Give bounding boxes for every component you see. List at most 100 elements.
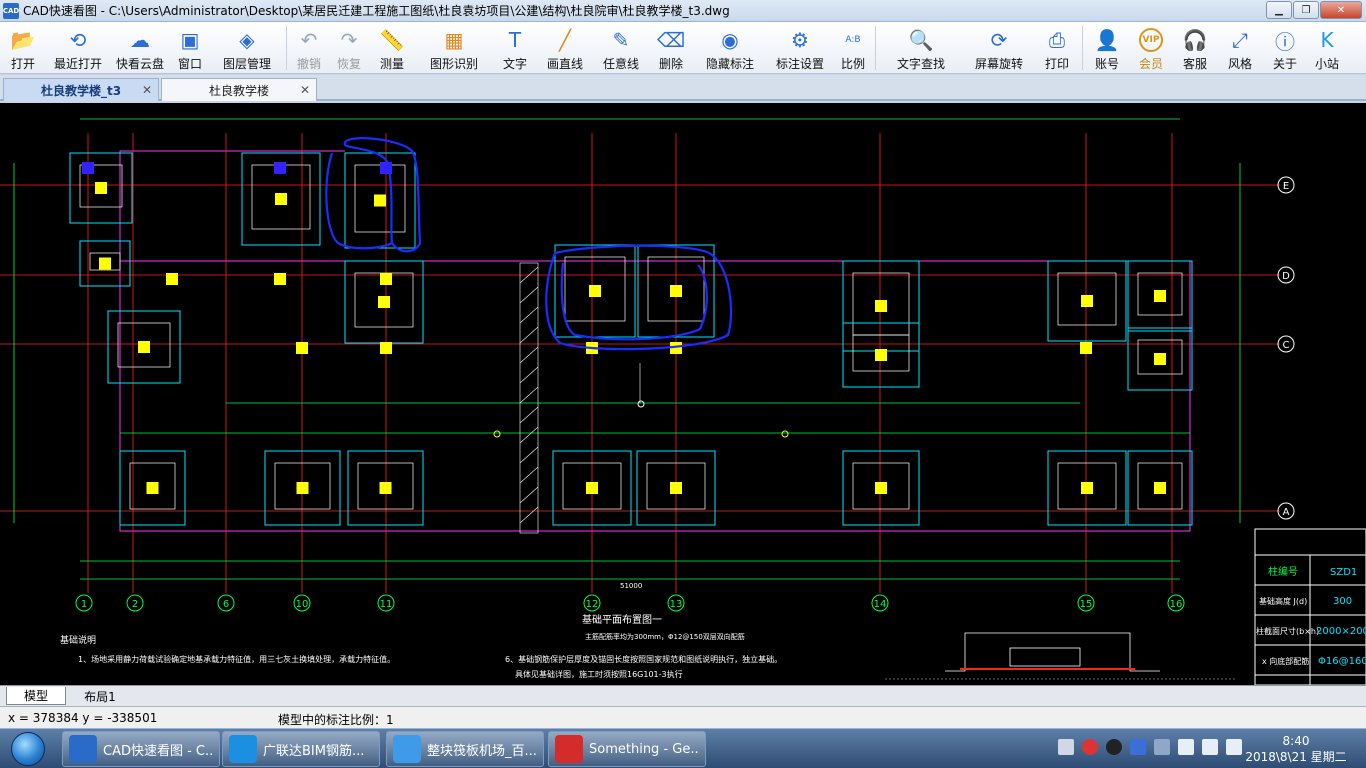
drawing-canvas[interactable]: EDCA 1 2 6 10 11 12 13 14 15 16 基础平面布置图一 主筋配筋率均为3…: [0, 103, 1366, 685]
info-icon: ⓘ: [1275, 29, 1295, 54]
toolbar-button-info[interactable]: ⓘ 关于: [1263, 22, 1307, 74]
keyboard-icon[interactable]: [1058, 739, 1074, 755]
toolbar-button-window[interactable]: ▣ 窗口: [170, 22, 210, 74]
toolbar-button-undo[interactable]: ↶ 撤销: [289, 22, 329, 74]
toolbar-label: 会员: [1138, 57, 1163, 71]
start-button[interactable]: [4, 730, 52, 768]
qq-icon[interactable]: [1106, 739, 1122, 755]
toolbar-label: 图形识别: [429, 57, 478, 71]
toolbar-button-vip[interactable]: VIP 会员: [1129, 22, 1173, 74]
title-bar: CAD CAD快速看图 - C:\Users\Administrator\Des…: [0, 0, 1366, 22]
column-marker: [138, 341, 150, 353]
toolbar-button-style[interactable]: ⤢ 风格: [1217, 22, 1263, 74]
restore-button[interactable]: ❐: [1293, 1, 1319, 19]
system-tray: [1058, 739, 1242, 755]
toolbar-button-ruler[interactable]: 📏 测量: [369, 22, 415, 74]
cad-drawing[interactable]: EDCA 1 2 6 10 11 12 13 14 15 16 基础平面布置图一 主筋配筋率均为3…: [0, 103, 1366, 685]
toolbar-label: 最近打开: [53, 57, 102, 71]
column-marker: [1154, 353, 1166, 365]
toolbar-button-user[interactable]: 👤 账号: [1085, 22, 1129, 74]
column-axis-label: 14: [874, 599, 887, 610]
clock[interactable]: 8:40 2018\8\21 星期二: [1236, 733, 1356, 765]
hatch-strip: [519, 262, 641, 534]
toolbar-button-text-search[interactable]: 🔍 文字查找: [878, 22, 964, 74]
toolbar-button-pen[interactable]: ✎ 任意线: [593, 22, 649, 74]
row-axis-label: C: [1283, 340, 1290, 351]
column-marker: [146, 482, 159, 494]
toolbar-separator: [1082, 26, 1083, 70]
column-axis-label: 15: [1080, 599, 1093, 610]
redo-icon: ↷: [340, 28, 358, 52]
column-marker-blue: [82, 162, 94, 174]
toolbar-label: 关于: [1272, 57, 1297, 71]
drawing-title: 基础平面布置图一: [582, 613, 662, 626]
legend-row-label: x 向底部配筋: [1262, 656, 1309, 666]
toolbar-button-text[interactable]: T 文字: [493, 22, 537, 74]
window-icon: ▣: [180, 28, 200, 52]
toolbar-button-headset[interactable]: 🎧 客服: [1173, 22, 1217, 74]
toolbar-button-folder-open[interactable]: 📂 打开: [0, 22, 46, 74]
column-marker: [875, 482, 887, 494]
taskbar-item[interactable]: CAD快速看图 - C...: [62, 731, 220, 767]
toolbar-button-k-logo[interactable]: K 小站: [1307, 22, 1347, 74]
toolbar-button-eraser[interactable]: ⌫ 删除: [649, 22, 693, 74]
browser-icon: [393, 735, 421, 763]
close-tab-icon[interactable]: ✕: [142, 83, 152, 97]
building-outline: [119, 150, 1191, 532]
legend-header-value: SZD1: [1330, 567, 1357, 578]
app-tray-icon[interactable]: [1082, 739, 1098, 755]
taskbar-item[interactable]: Something - Ge...: [548, 731, 706, 767]
restore-icon: ❐: [1301, 4, 1311, 16]
column-axis-label: 13: [670, 599, 683, 610]
toolbar-button-line[interactable]: ╱ 画直线: [537, 22, 593, 74]
toolbar-button-printer[interactable]: ⎙ 打印: [1034, 22, 1080, 74]
toolbar-label: 测量: [379, 57, 404, 71]
toolbar-button-gear[interactable]: ⚙ 标注设置: [767, 22, 833, 74]
toolbar-label: 小站: [1314, 57, 1339, 71]
toolbar-button-scale[interactable]: A:B 比例: [833, 22, 873, 74]
toolbar-button-rotate-screen[interactable]: ⟳ 屏幕旋转: [964, 22, 1034, 74]
tab-document[interactable]: 杜良教学楼 ✕: [161, 78, 317, 101]
toolbar-button-layers[interactable]: ◈ 图层管理: [210, 22, 284, 74]
window-controls: ▁ ❐ ✕: [1266, 1, 1362, 19]
toolbar-button-eye-hide[interactable]: ◉ 隐藏标注: [693, 22, 767, 74]
column-marker: [274, 273, 286, 285]
toolbar-button-cloud[interactable]: ☁ 快看云盘: [110, 22, 170, 74]
windows-taskbar: CAD快速看图 - C... 广联达BIM钢筋... 整块筏板机场_百... Some…: [0, 728, 1366, 768]
layers-icon: ◈: [239, 28, 255, 52]
layout-tab-model[interactable]: 模型: [6, 687, 66, 705]
minimize-button[interactable]: ▁: [1266, 1, 1292, 19]
network-icon[interactable]: [1178, 739, 1194, 755]
minimize-icon: ▁: [1275, 4, 1283, 16]
clock-date: 2018\8\21 星期二: [1245, 750, 1347, 764]
taskbar-item[interactable]: 广联达BIM钢筋...: [222, 731, 380, 767]
toolbar-label: 账号: [1094, 57, 1119, 71]
toolbar-label: 删除: [658, 57, 683, 71]
toolbar-separator: [286, 26, 287, 70]
toolbar-button-redo[interactable]: ↷ 恢复: [329, 22, 369, 74]
clock-history-icon: ⟲: [69, 28, 87, 52]
column-marker: [296, 342, 308, 354]
usb-icon[interactable]: [1154, 739, 1170, 755]
close-tab-icon[interactable]: ✕: [300, 83, 310, 97]
layout-tab-layout1[interactable]: 布局1: [70, 687, 130, 705]
notes-title: 基础说明: [60, 634, 96, 646]
column-axis-label: 12: [586, 599, 599, 610]
toolbar-label: 屏幕旋转: [974, 57, 1023, 71]
cad-app-icon: CAD: [3, 2, 19, 19]
toolbar-button-shape-recognize[interactable]: ▦ 图形识别: [415, 22, 493, 74]
layout-tabs: 模型 布局1: [0, 685, 1366, 706]
toolbar-label: 任意线: [602, 57, 639, 71]
close-button[interactable]: ✕: [1320, 1, 1362, 19]
column-marker: [589, 285, 601, 297]
tab-active-document[interactable]: 杜良教学楼_t3 ✕: [3, 78, 159, 101]
toolbar-button-clock-history[interactable]: ⟲ 最近打开: [46, 22, 110, 74]
text-search-icon: 🔍: [908, 28, 934, 52]
status-bar: x = 378384 y = -338501 模型中的标注比例：1: [0, 706, 1366, 728]
bluetooth-icon[interactable]: [1130, 739, 1146, 755]
taskbar-item[interactable]: 整块筏板机场_百...: [386, 731, 544, 767]
column-marker: [1080, 342, 1092, 354]
flag-icon[interactable]: [1202, 739, 1218, 755]
vip-icon: VIP: [1139, 28, 1163, 52]
user-icon: 👤: [1094, 28, 1120, 52]
